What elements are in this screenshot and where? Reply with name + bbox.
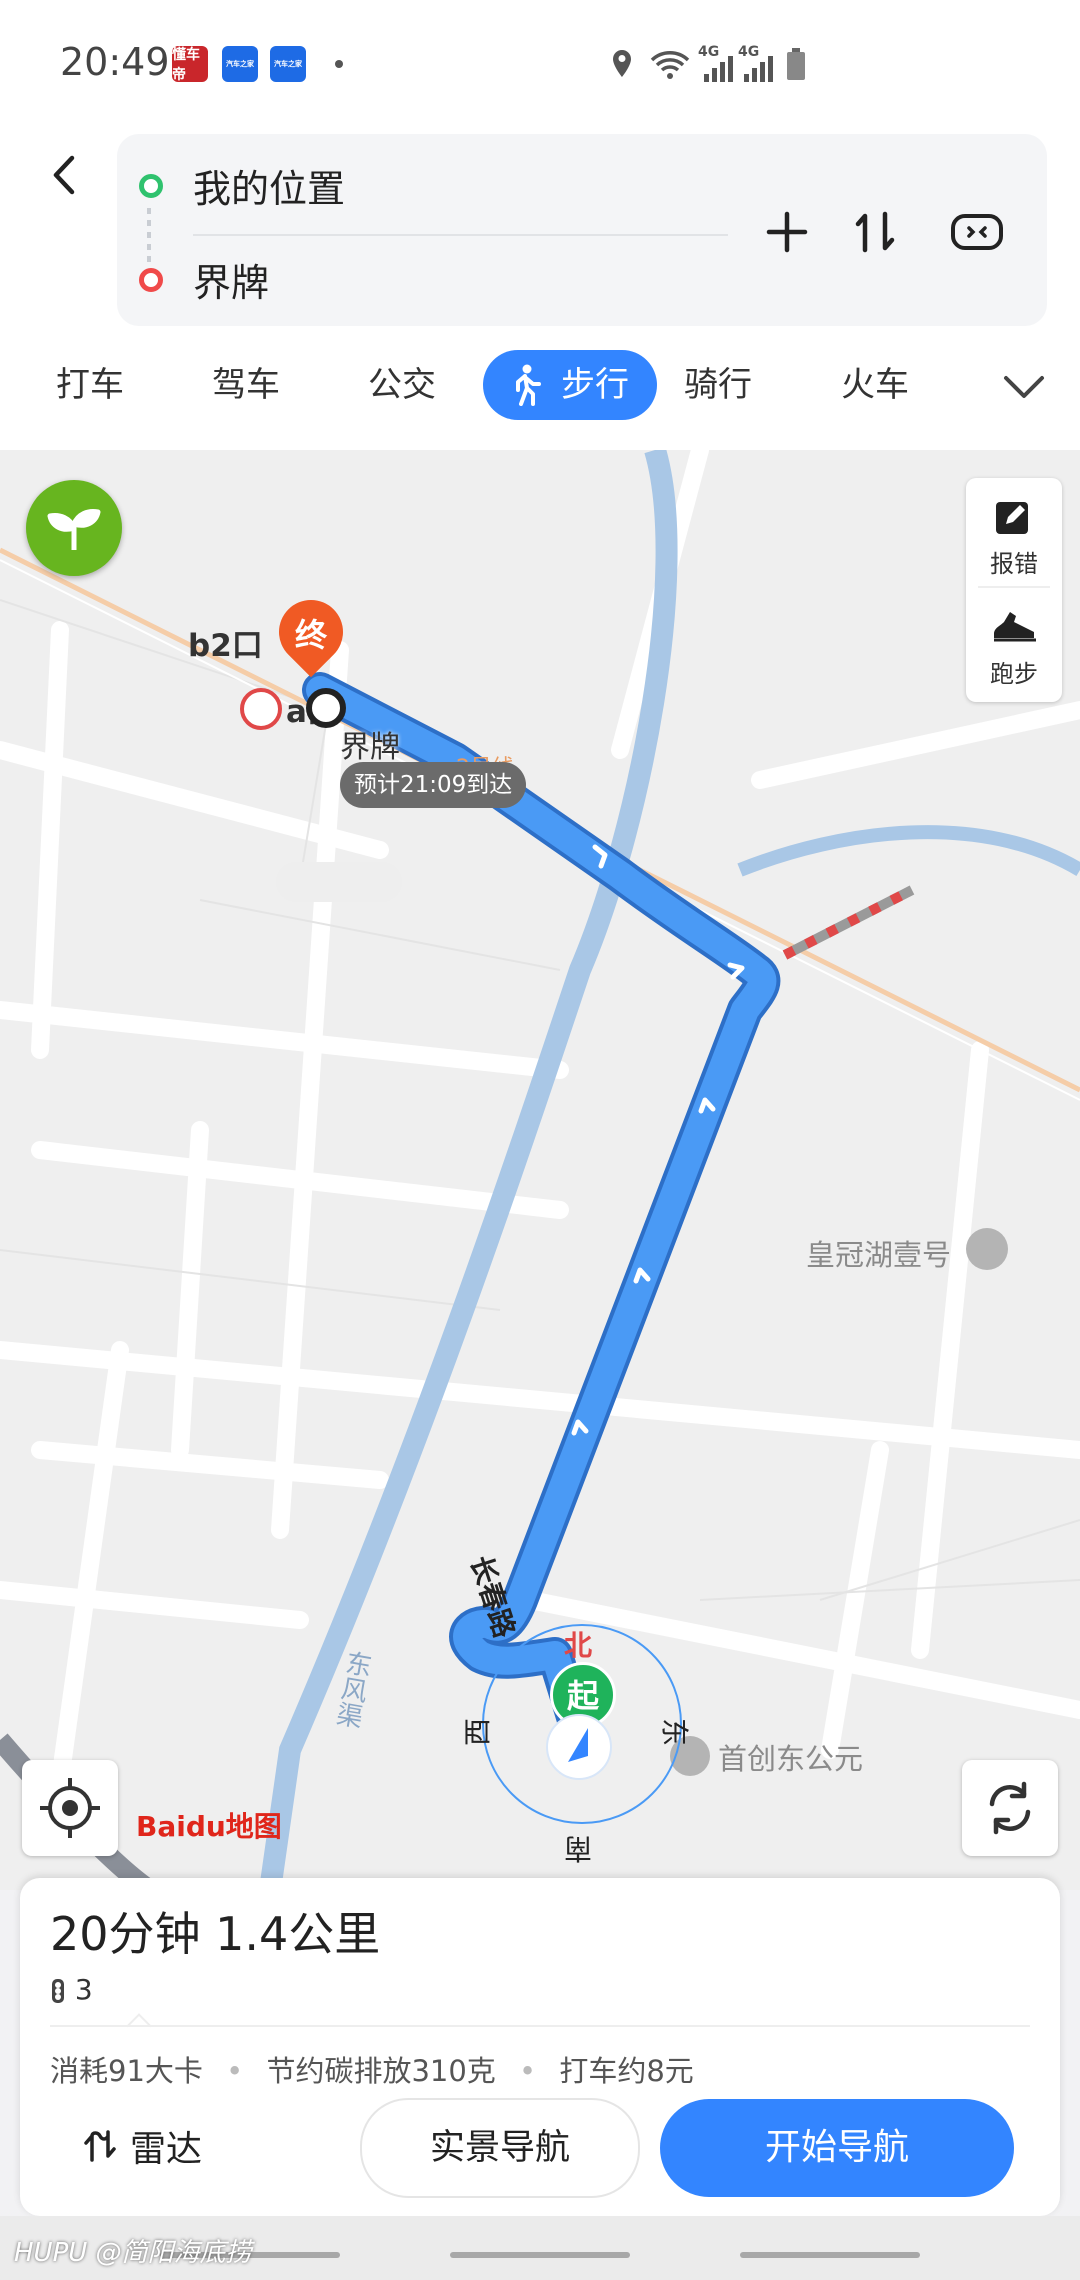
route-duration-distance: 20分钟 1.4公里 [50,1907,381,1961]
tab-train[interactable]: 火车 [825,350,925,420]
origin-dot-icon [139,174,163,198]
route-input-box: 我的位置 界牌 [117,134,1047,326]
tab-drive[interactable]: 驾车 [196,350,296,420]
compass-west: 西 [461,1717,495,1747]
edit-report-icon[interactable] [992,496,1036,540]
tab-cycle[interactable]: 骑行 [668,350,768,420]
map-label-destination: 界牌 [340,730,400,765]
status-bar: 20:49 懂车帝 汽车之家 汽车之家 4G 4G [0,0,1080,120]
taxi-estimate: 打车约8元 [559,2054,694,2088]
end-marker-label: 终 [294,616,327,654]
ar-navigation-button[interactable]: 实景导航 [360,2098,640,2198]
location-icon [613,50,631,77]
more-notifications-dot [335,60,343,68]
route-summary-sheet: 20分钟 1.4公里 3 消耗91大卡 • 节约碳排放310克 • 打车约8元 … [20,1878,1060,2216]
app-notification-icon: 懂车帝 [172,46,208,83]
start-marker-label: 起 [566,1677,599,1715]
destination-dot-icon [139,268,163,292]
back-icon[interactable] [40,150,90,200]
poi-label: 皇冠湖壹号 [806,1238,952,1272]
report-error-button[interactable]: 报错 [966,544,1062,579]
divider [50,2025,1030,2027]
route-connector [147,208,151,268]
compass-south: 南 [564,1832,593,1865]
start-navigation-button[interactable]: 开始导航 [660,2099,1014,2197]
eco-sprout-button[interactable] [26,480,122,576]
origin-field[interactable]: 我的位置 [193,158,345,213]
tab-taxi[interactable]: 打车 [40,350,140,420]
compass-north: 北 [564,1629,593,1662]
running-button[interactable]: 跑步 [966,654,1062,689]
poi-label: 首创东公元 [718,1742,864,1776]
chevron-down-icon[interactable] [1002,364,1046,408]
divider [193,234,728,236]
map-tools-card: 报错 跑步 [966,478,1062,702]
baidu-map-logo: Baidu地图 [136,1810,282,1843]
radar-button[interactable]: 雷达 [80,2116,202,2176]
carbon-saved: 节约碳排放310克 [266,2054,496,2088]
map-view[interactable]: b2口 2号线 a口 界牌 终 预计21:09到达 皇冠湖壹号 首创东公元 长春… [0,450,1080,1890]
metro-exit-pin-icon [240,688,282,730]
eta-tooltip: 预计21:09到达 [340,762,527,808]
app-notification-icon: 汽车之家 [222,46,258,82]
sprout-icon [47,509,101,550]
radar-route-icon [84,2130,116,2162]
running-shoe-icon[interactable] [988,604,1040,644]
refresh-route-button[interactable] [962,1760,1058,1856]
crosshair-icon [40,1778,100,1838]
walk-icon [516,364,541,406]
compass-east: 东 [658,1717,692,1747]
refresh-icon [989,1781,1031,1835]
battery-icon [787,48,805,80]
swap-route-icon[interactable] [845,202,905,262]
add-waypoint-icon[interactable] [757,202,817,262]
traffic-light-icon [52,1979,64,2003]
status-time: 20:49 [60,40,170,84]
locate-me-button[interactable] [22,1760,118,1856]
signal-4g-icon: 4G [738,44,776,84]
app-notification-icon: 汽车之家 [270,46,306,82]
watermark: HUPU @简阳海底捞 [14,2238,252,2268]
current-location-arrow-icon [546,1714,612,1780]
traffic-lights-count: 3 [50,1973,93,2006]
tab-walk[interactable]: 步行 [483,350,657,420]
calories: 消耗91大卡 [50,2054,203,2088]
route-stats: 消耗91大卡 • 节约碳排放310克 • 打车约8元 [50,2054,694,2088]
wifi-icon [650,51,690,79]
destination-field[interactable]: 界牌 [193,252,269,307]
route-settings-icon[interactable] [947,202,1007,262]
transport-mode-tabs: 打车 驾车 公交 步行 骑行 火车 [0,350,1080,440]
signal-4g-icon: 4G [698,44,736,84]
tab-transit[interactable]: 公交 [352,350,452,420]
poi-building-icon [966,1228,1008,1270]
map-label-exit-b2: b2口 [188,628,263,664]
